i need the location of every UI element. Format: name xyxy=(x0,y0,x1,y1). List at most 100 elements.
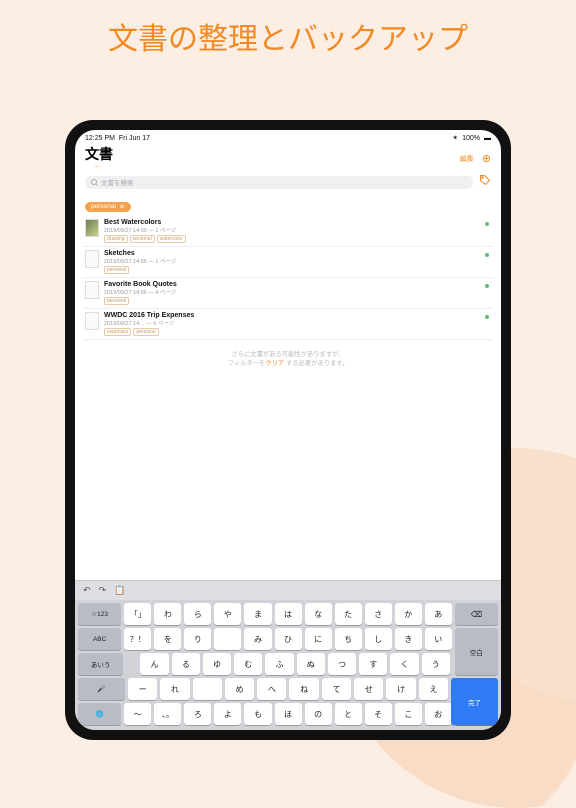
keyboard-key[interactable] xyxy=(193,678,222,700)
keyboard-key[interactable]: え xyxy=(419,678,448,700)
keyboard-key[interactable]: か xyxy=(395,603,422,625)
keyboard-key[interactable]: せ xyxy=(354,678,383,700)
active-filter-chip[interactable]: personal ✕ xyxy=(85,202,131,212)
keyboard-key[interactable]: つ xyxy=(328,653,356,675)
document-row[interactable]: Sketches2019/09/27 14:56 — 1 ページpersonal xyxy=(83,247,493,278)
keyboard-key[interactable]: や xyxy=(214,603,241,625)
keyboard-key[interactable]: に xyxy=(305,628,332,650)
keyboard-key[interactable]: ら xyxy=(184,603,211,625)
clipboard-icon[interactable]: 📋 xyxy=(114,585,125,596)
keyboard-mode-key[interactable]: 🌐 xyxy=(78,703,121,725)
keyboard-key[interactable]: あ xyxy=(425,603,452,625)
redo-icon[interactable]: ↷ xyxy=(99,585,107,596)
keyboard-key[interactable]: め xyxy=(225,678,254,700)
keyboard-key[interactable]: く xyxy=(390,653,418,675)
keyboard-key[interactable]: ー xyxy=(128,678,157,700)
page-title: 文書 xyxy=(85,144,113,164)
tag-chip: personal xyxy=(104,297,129,305)
doc-thumbnail xyxy=(85,281,99,299)
keyboard-key[interactable]: は xyxy=(275,603,302,625)
keyboard-key[interactable]: を xyxy=(154,628,181,650)
keyboard-key[interactable]: わ xyxy=(154,603,181,625)
keyboard-key[interactable]: 、。 xyxy=(154,703,181,725)
tag-chip: personal xyxy=(104,266,129,274)
undo-icon[interactable]: ↶ xyxy=(83,585,91,596)
keyboard-key[interactable]: と xyxy=(335,703,362,725)
keyboard-key[interactable]: ？！ xyxy=(124,628,151,650)
keyboard-key[interactable]: ゆ xyxy=(203,653,231,675)
clear-filter-link[interactable]: クリア xyxy=(265,360,284,367)
status-time: 12:25 PM xyxy=(85,135,115,142)
keyboard-key[interactable]: り xyxy=(184,628,211,650)
keyboard-key[interactable]: よ xyxy=(214,703,241,725)
empty-post: する必要があります。 xyxy=(284,360,348,367)
keyboard-key[interactable]: れ xyxy=(160,678,189,700)
keyboard-key[interactable]: し xyxy=(365,628,392,650)
keyboard-key[interactable]: ひ xyxy=(275,628,302,650)
keyboard-key[interactable]: た xyxy=(335,603,362,625)
doc-title: Favorite Book Quotes xyxy=(104,281,491,288)
keyboard-key[interactable]: 「」 xyxy=(124,603,151,625)
keyboard-key[interactable]: ね xyxy=(289,678,318,700)
keyboard-key[interactable]: て xyxy=(322,678,351,700)
keyboard-key[interactable]: ぬ xyxy=(297,653,325,675)
keyboard-key[interactable]: る xyxy=(172,653,200,675)
keyboard: ☆123「」わらやまはなたさかあ⌫ ABC？！をり みひにちしきい空白あいうんるゆ… xyxy=(75,600,501,730)
keyboard-key[interactable]: い xyxy=(425,628,452,650)
tag-chip: watercolor xyxy=(157,235,186,243)
document-list: Best Watercolors2019/09/27 14:50 — 1 ページ… xyxy=(75,216,501,340)
keyboard-key[interactable]: そ xyxy=(365,703,392,725)
keyboard-key[interactable]: す xyxy=(359,653,387,675)
keyboard-mode-key[interactable]: ABC xyxy=(78,628,121,650)
keyboard-key[interactable]: ま xyxy=(244,603,271,625)
keyboard-key[interactable]: 〜 xyxy=(124,703,151,725)
keyboard-key[interactable]: へ xyxy=(257,678,286,700)
wifi-icon: ✶ xyxy=(452,134,458,142)
keyboard-key[interactable]: き xyxy=(395,628,422,650)
status-bar: 12:25 PM Fri Jun 17 ✶ 100% ▬ xyxy=(75,130,501,142)
tag-chip: expenses xyxy=(104,328,131,336)
keyboard-key[interactable]: ほ xyxy=(275,703,302,725)
edit-button[interactable]: 編集 xyxy=(460,154,474,164)
keyboard-action-key[interactable]: 完了 xyxy=(451,678,498,725)
doc-subtitle: 2019/09/27 14:56 — 1 ページ xyxy=(104,257,491,265)
screen: 12:25 PM Fri Jun 17 ✶ 100% ▬ 文書 — 編集 ⊕ 文 xyxy=(75,130,501,730)
sync-status-dot xyxy=(485,315,489,319)
keyboard-key[interactable] xyxy=(214,628,241,650)
keyboard-key[interactable]: け xyxy=(386,678,415,700)
keyboard-key[interactable]: も xyxy=(244,703,271,725)
document-row[interactable]: Favorite Book Quotes2019/09/27 14:56 — 4… xyxy=(83,278,493,309)
sync-status-dot xyxy=(485,253,489,257)
keyboard-action-key[interactable]: 空白 xyxy=(455,628,498,675)
keyboard-key[interactable]: う xyxy=(422,653,450,675)
keyboard-mode-key[interactable]: あいう xyxy=(78,653,123,675)
keyboard-key[interactable]: み xyxy=(244,628,271,650)
keyboard-action-key[interactable]: ⌫ xyxy=(455,603,498,625)
doc-thumbnail xyxy=(85,250,99,268)
doc-thumbnail xyxy=(85,312,99,330)
keyboard-key[interactable]: ち xyxy=(335,628,362,650)
nav-bar: 文書 — 編集 ⊕ xyxy=(75,142,501,173)
add-icon[interactable]: ⊕ xyxy=(482,152,491,165)
keyboard-key[interactable]: ろ xyxy=(184,703,211,725)
filter-clear-icon[interactable]: ✕ xyxy=(119,203,125,211)
keyboard-key[interactable]: お xyxy=(425,703,452,725)
keyboard-key[interactable]: さ xyxy=(365,603,392,625)
doc-subtitle: 2019/09/27 14… — 6 ページ xyxy=(104,319,491,327)
keyboard-key[interactable]: ふ xyxy=(265,653,293,675)
tag-filter-icon[interactable] xyxy=(479,173,491,191)
keyboard-key[interactable]: こ xyxy=(395,703,422,725)
keyboard-key[interactable]: な xyxy=(305,603,332,625)
tag-chip: personal xyxy=(133,328,158,336)
keyboard-key[interactable]: む xyxy=(234,653,262,675)
keyboard-mode-key[interactable]: 🎤 xyxy=(78,678,125,700)
search-placeholder: 文書を検索 xyxy=(101,177,134,187)
document-row[interactable]: Best Watercolors2019/09/27 14:50 — 1 ページ… xyxy=(83,216,493,247)
keyboard-mode-key[interactable]: ☆123 xyxy=(78,603,121,625)
marketing-headline: 文書の整理とバックアップ xyxy=(0,0,576,71)
keyboard-key[interactable]: ん xyxy=(140,653,168,675)
keyboard-key[interactable]: の xyxy=(305,703,332,725)
document-row[interactable]: WWDC 2016 Trip Expenses2019/09/27 14… — … xyxy=(83,309,493,340)
search-input[interactable]: 文書を検索 xyxy=(85,176,473,189)
page-subtitle: — xyxy=(85,164,113,173)
